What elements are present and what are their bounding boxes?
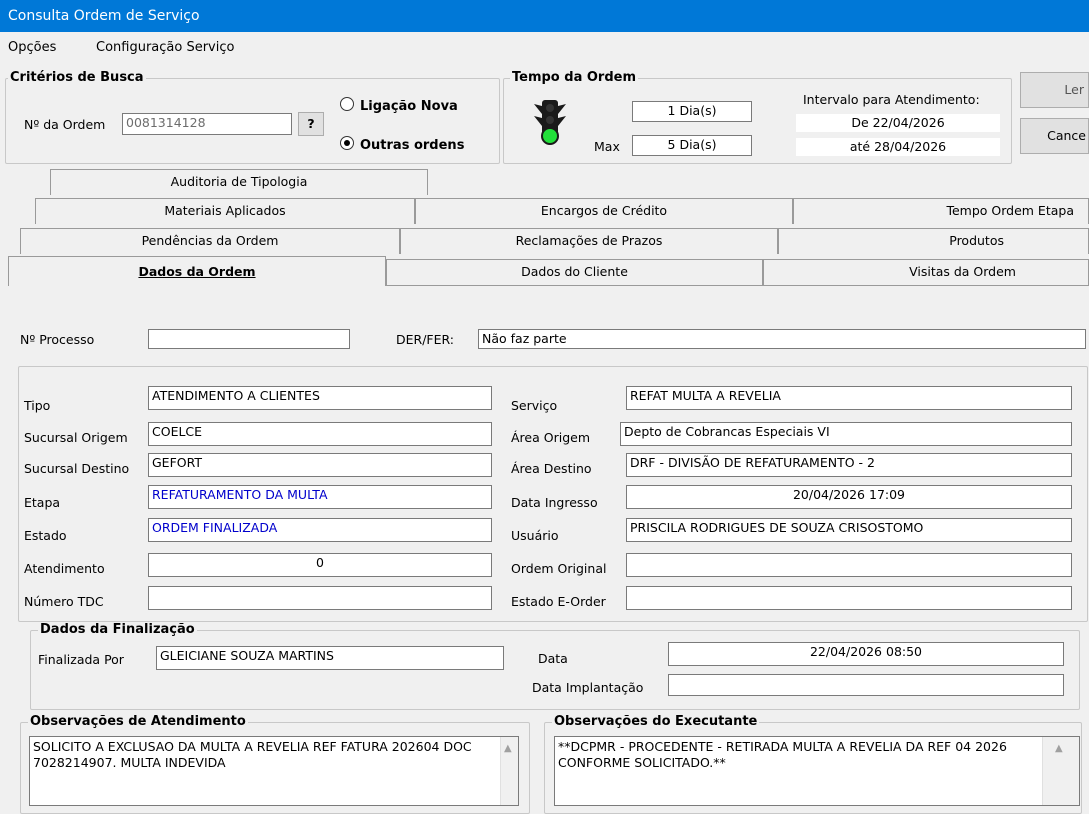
scroll-up-icon[interactable]: ▲ [1055,741,1063,757]
interval-from: De 22/04/2026 [796,114,1000,132]
tab-tempo-ordem-etapa[interactable]: Tempo Ordem Etapa [793,198,1089,224]
tab-encargos-credito[interactable]: Encargos de Crédito [415,198,793,224]
ordem-original-input[interactable] [626,553,1072,577]
area-origem-label: Área Origem [511,430,590,445]
help-button[interactable]: ? [298,112,324,136]
data-label: Data [538,651,568,666]
obs-atendimento-textarea[interactable]: SOLICITO A EXCLUSAO DA MULTA A REVELIA R… [29,736,519,806]
radio-ligacao-nova-label: Ligação Nova [360,99,458,114]
processo-input[interactable] [148,329,350,349]
order-time-days: 1 Dia(s) [632,101,752,122]
obs-atendimento-scrollbar[interactable]: ▲ [500,737,518,805]
obs-executante-scrollbar[interactable]: ▲ [1042,737,1079,805]
menu-opcoes[interactable]: Opções [8,40,56,55]
usuario-label: Usuário [511,528,559,543]
obs-atendimento-title: Observações de Atendimento [28,714,248,729]
tdc-input[interactable] [148,586,492,610]
area-destino-input[interactable]: DRF - DIVISÃO DE REFATURAMENTO - 2 [626,453,1072,477]
tab-reclamacoes-prazos[interactable]: Reclamações de Prazos [400,228,778,254]
traffic-light-icon [534,100,566,145]
data-ingresso-input[interactable]: 20/04/2026 17:09 [626,485,1072,509]
data-implantacao-label: Data Implantação [532,680,644,695]
data-implantacao-input[interactable] [668,674,1064,696]
tdc-label: Número TDC [24,594,104,609]
area-origem-input[interactable]: Depto de Cobrancas Especiais VI [620,422,1072,446]
tab-pendencias-ordem[interactable]: Pendências da Ordem [20,228,400,254]
tab-dados-ordem-label: Dados da Ordem [138,264,256,279]
sucursal-origem-input[interactable]: COELCE [148,422,492,446]
radio-outras-ordens-label: Outras ordens [360,138,465,153]
title-bar: Consulta Ordem de Serviço [0,0,1089,32]
interval-to: até 28/04/2026 [796,138,1000,156]
tab-produtos[interactable]: Produtos [778,228,1089,254]
tipo-input[interactable]: ATENDIMENTO A CLIENTES [148,386,492,410]
estado-eorder-input[interactable] [626,586,1072,610]
radio-outras-ordens-indicator [340,136,354,150]
derfer-label: DER/FER: [396,332,455,347]
tab-materiais-aplicados[interactable]: Materiais Aplicados [35,198,415,224]
ler-button[interactable]: Ler [1020,72,1089,108]
search-criteria-title: Critérios de Busca [8,70,146,85]
radio-ligacao-nova-indicator [340,97,354,111]
etapa-label: Etapa [24,495,61,510]
servico-label: Serviço [511,398,558,413]
cancel-button[interactable]: Cance [1020,118,1089,154]
servico-input[interactable]: REFAT MULTA A REVELIA [626,386,1072,410]
order-number-input[interactable]: 0081314128 [122,113,292,135]
estado-eorder-label: Estado E-Order [511,594,606,609]
data-ingresso-label: Data Ingresso [511,495,598,510]
interval-label: Intervalo para Atendimento: [803,92,980,107]
usuario-input[interactable]: PRISCILA RODRIGUES DE SOUZA CRISOSTOMO [626,518,1072,542]
atendimento-input[interactable]: 0 [148,553,492,577]
tab-auditoria-tipologia[interactable]: Auditoria de Tipologia [50,169,428,195]
tab-dados-cliente[interactable]: Dados do Cliente [386,259,763,285]
obs-executante-textarea[interactable]: **DCPMR - PROCEDENTE - RETIRADA MULTA A … [554,736,1080,806]
etapa-input[interactable]: REFATURAMENTO DA MULTA [148,485,492,509]
sucursal-destino-input[interactable]: GEFORT [148,453,492,477]
data-input[interactable]: 22/04/2026 08:50 [668,642,1064,666]
sucursal-origem-label: Sucursal Origem [24,430,128,445]
finalizada-por-input[interactable]: GLEICIANE SOUZA MARTINS [156,646,504,670]
tab-divider [386,285,1089,286]
window-title: Consulta Ordem de Serviço [8,8,200,24]
finalization-title: Dados da Finalização [38,622,197,637]
max-label: Max [594,139,620,154]
max-days: 5 Dia(s) [632,135,752,156]
sucursal-destino-label: Sucursal Destino [24,461,130,476]
area-destino-label: Área Destino [511,461,592,476]
menu-configuracao-servico[interactable]: Configuração Serviço [96,40,234,55]
order-time-title: Tempo da Ordem [510,70,639,85]
tab-dados-ordem[interactable]: Dados da Ordem [8,256,386,286]
ordem-original-label: Ordem Original [511,561,607,576]
estado-label: Estado [24,528,67,543]
obs-executante-text: **DCPMR - PROCEDENTE - RETIRADA MULTA A … [558,739,1007,770]
obs-atendimento-text: SOLICITO A EXCLUSAO DA MULTA A REVELIA R… [33,739,472,770]
derfer-input[interactable]: Não faz parte [478,329,1086,349]
radio-ligacao-nova[interactable]: Ligação Nova [340,97,458,114]
obs-executante-title: Observações do Executante [552,714,760,729]
atendimento-label: Atendimento [24,561,105,576]
estado-input[interactable]: ORDEM FINALIZADA [148,518,492,542]
finalizada-por-label: Finalizada Por [38,652,124,667]
radio-outras-ordens[interactable]: Outras ordens [340,136,464,153]
tipo-label: Tipo [24,398,51,413]
tab-visitas-ordem[interactable]: Visitas da Ordem [763,259,1089,285]
scroll-up-icon[interactable]: ▲ [504,741,512,757]
processo-label: Nº Processo [20,332,95,347]
order-number-label: Nº da Ordem [24,117,106,132]
